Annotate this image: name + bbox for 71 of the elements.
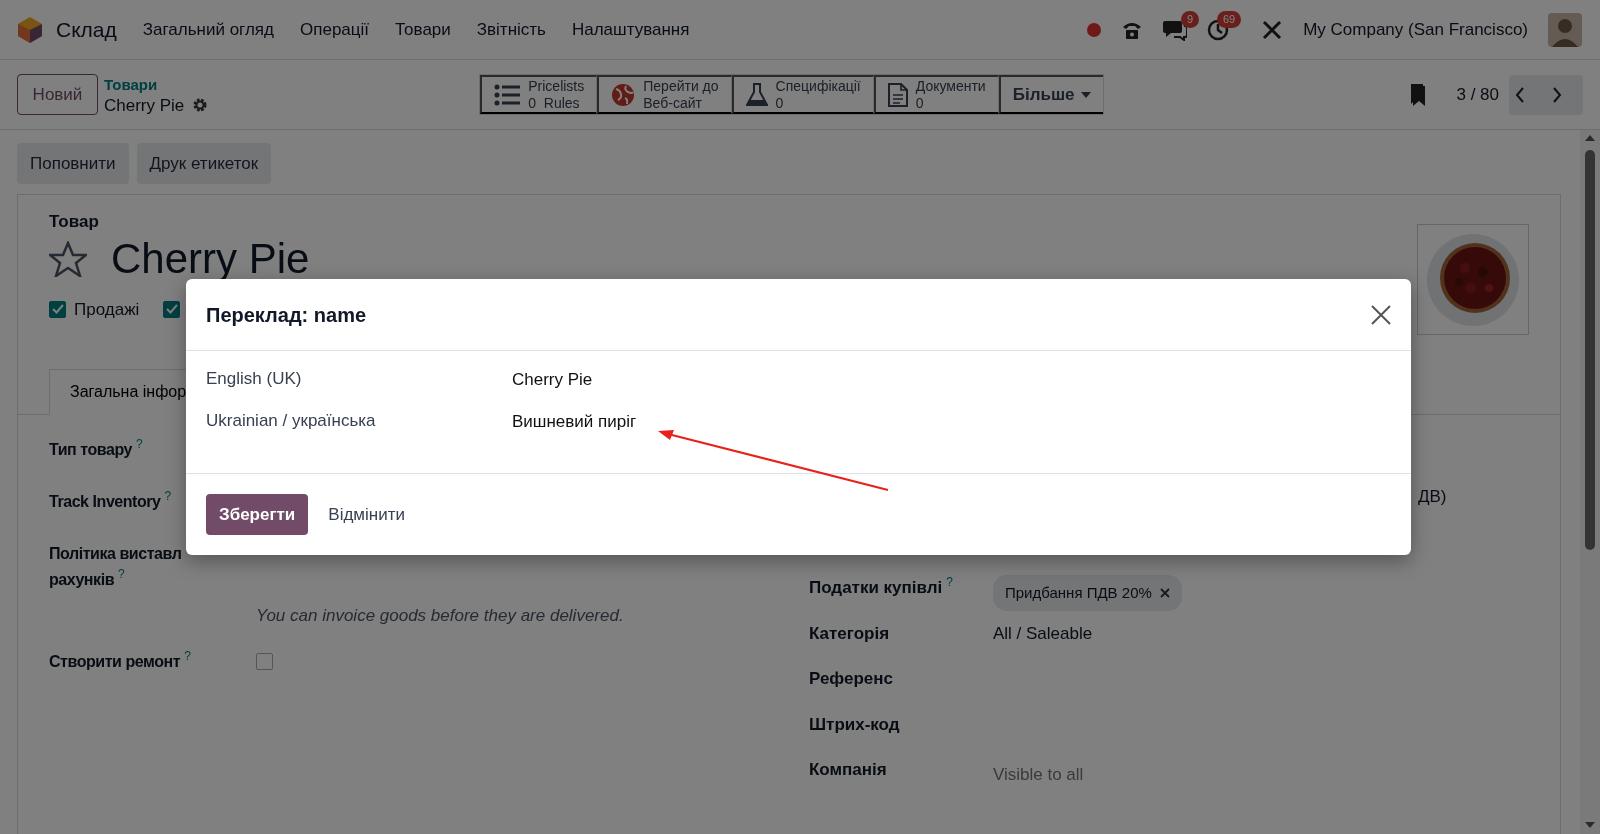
chevron-right-icon <box>1552 86 1562 103</box>
menu-item[interactable]: Товари <box>395 16 451 43</box>
notification-badge: 9 <box>1181 10 1200 28</box>
new-button[interactable]: Новий <box>17 74 98 115</box>
next-button[interactable] <box>1546 74 1583 115</box>
field-label: Категорія <box>808 623 890 643</box>
more-dropdown[interactable]: Більше <box>998 75 1103 114</box>
field-label: Референс <box>808 669 893 688</box>
menu-item[interactable]: Загальний огляд <box>142 16 274 43</box>
cube-logo-icon <box>18 16 42 43</box>
help-mark[interactable]: ? <box>946 575 953 589</box>
menu-item[interactable]: Звітність <box>476 16 546 43</box>
field-value: All / Saleable <box>992 622 1093 645</box>
close-icon[interactable] <box>1159 588 1170 598</box>
settings-icon[interactable] <box>192 97 209 113</box>
field-label: Track Inventory <box>49 492 161 512</box>
record-name: Cherry Pie <box>104 94 185 116</box>
help-mark[interactable]: ? <box>164 489 172 503</box>
cancel-button[interactable]: Відмінити <box>320 501 413 528</box>
tax-tag: Придбання ПДВ 20% <box>992 575 1182 611</box>
menu-item[interactable]: Операції <box>300 16 370 43</box>
field-label: Штрих-код <box>808 714 900 734</box>
action-button[interactable]: Друк етикеток <box>136 143 272 184</box>
avatar-icon[interactable] <box>1548 12 1582 47</box>
product-title: Cherry Pie <box>111 236 310 281</box>
checkbox[interactable] <box>49 300 66 318</box>
field-label: Тип товару <box>49 440 132 460</box>
close-icon <box>1371 304 1391 325</box>
flask-icon <box>745 82 768 107</box>
help-text: You can invoice goods before they are delivered. <box>256 605 624 627</box>
checkbox-label: Продажі <box>74 298 140 321</box>
form-label: Товар <box>49 211 100 233</box>
field-value: ДВ) <box>1417 486 1447 508</box>
caret-icon <box>1080 91 1091 98</box>
star-icon[interactable] <box>49 240 87 277</box>
field-label: Політика виставл <box>49 544 182 564</box>
checkbox[interactable] <box>256 653 273 670</box>
field-label: Компанія <box>808 760 887 779</box>
help-mark[interactable]: ? <box>118 567 125 581</box>
smart-button[interactable]: Специфікації 0 <box>731 75 874 114</box>
company-name[interactable]: My Company (San Francisco) <box>1303 16 1528 43</box>
notification-badge: 69 <box>1216 10 1242 28</box>
close-button[interactable] <box>1371 304 1391 325</box>
company-field[interactable]: Visible to all <box>992 757 1293 793</box>
action-button[interactable]: Поповнити <box>17 143 129 184</box>
dialog-title: Переклад: name <box>206 302 367 327</box>
previous-button[interactable] <box>1509 74 1546 115</box>
chat-icon[interactable] <box>1163 18 1188 41</box>
menu-item[interactable]: Налаштування <box>571 16 690 43</box>
smart-button[interactable]: Документи 0 <box>873 75 999 114</box>
app-name[interactable]: Склад <box>56 13 117 46</box>
language-label: English (UK) <box>206 368 303 390</box>
record-icon[interactable] <box>1087 22 1102 37</box>
breadcrumb-link[interactable]: Товари <box>104 73 209 95</box>
save-button[interactable]: Зберегти <box>206 494 309 535</box>
check-icon <box>165 304 178 315</box>
check-icon <box>51 304 64 315</box>
field-label: Податки купівлі <box>808 578 943 597</box>
checkbox[interactable] <box>163 300 181 318</box>
field-label: рахунків <box>49 570 115 590</box>
globe-icon <box>611 82 636 107</box>
chevron-left-icon <box>1515 86 1525 103</box>
document-icon <box>887 82 908 107</box>
smart-button[interactable]: Перейти до Веб-сайт <box>597 75 732 114</box>
help-mark[interactable]: ? <box>184 649 191 663</box>
smart-button[interactable]: Pricelists 0 Rules <box>480 75 598 114</box>
list-icon <box>494 83 521 106</box>
field-label: Створити ремонт <box>49 652 181 672</box>
pager-value[interactable]: 3 / 80 <box>1456 81 1499 108</box>
help-mark[interactable]: ? <box>136 437 143 451</box>
language-label: Ukrainian / українська <box>206 410 377 432</box>
